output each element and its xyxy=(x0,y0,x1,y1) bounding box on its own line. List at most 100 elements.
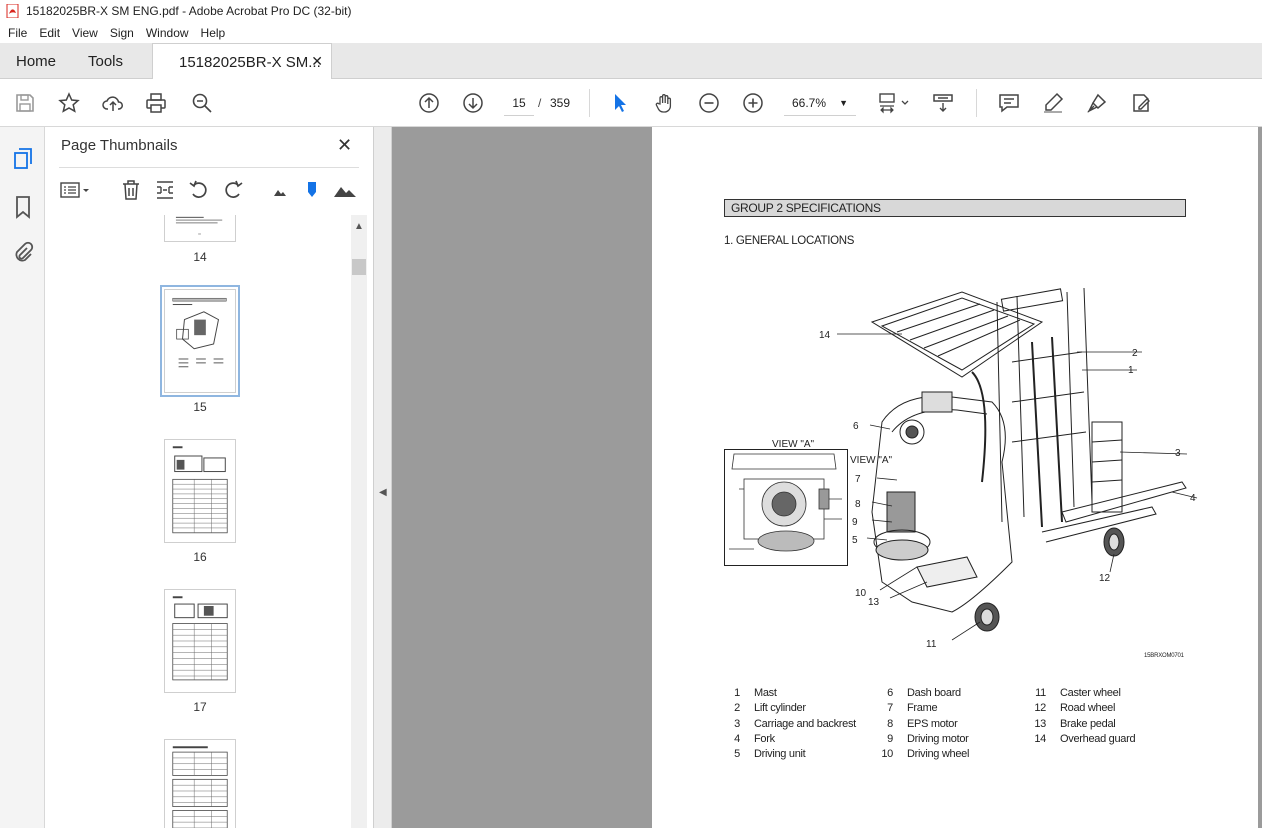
highlight-pen-icon[interactable] xyxy=(1041,91,1065,115)
view-a-inset-diagram xyxy=(724,449,848,566)
legend-item: 13 Brake pedal xyxy=(1034,717,1116,730)
rotate-left-icon[interactable] xyxy=(188,179,210,201)
page-thumbnails-icon[interactable] xyxy=(11,147,35,171)
thumbnail-page[interactable] xyxy=(164,215,236,242)
next-page-icon[interactable] xyxy=(461,91,485,115)
legend-item: 9 Driving motor xyxy=(887,732,969,745)
thumbnails-list: 14 15 16 17 xyxy=(45,215,350,828)
select-cursor-icon[interactable] xyxy=(608,91,632,115)
page-separator: / xyxy=(538,96,542,110)
figure-code: 15BRXOM0701 xyxy=(1144,653,1184,659)
page-fit-icon[interactable] xyxy=(877,91,911,115)
toolbar-divider xyxy=(589,89,590,117)
bookmarks-icon[interactable] xyxy=(11,195,35,219)
window-title: 15182025BR-X SM ENG.pdf - Adobe Acrobat … xyxy=(26,4,352,18)
legend-item: 3 Carriage and backrest xyxy=(734,717,856,730)
thumbnail-page-selected[interactable] xyxy=(160,285,240,397)
view-a-arrow-label: VIEW "A" xyxy=(850,455,893,466)
close-icon[interactable]: ✕ xyxy=(337,135,352,156)
page-thumbnails-panel: Page Thumbnails ✕ 14 15 16 17 xyxy=(45,127,374,828)
scrollbar-thumb[interactable] xyxy=(352,259,366,275)
tab-document[interactable]: 15182025BR-X SM... ✕ xyxy=(152,43,332,80)
smaller-thumbnails-icon[interactable] xyxy=(269,179,291,201)
legend-item: 4 Fork xyxy=(734,732,775,745)
legend-column: 6 Dash board 7 Frame 8 EPS motor 9 Driving m… xyxy=(871,686,969,762)
callout-label: 11 xyxy=(926,639,937,650)
legend-item: 10 Driving wheel xyxy=(881,748,970,761)
tab-home[interactable]: Home xyxy=(16,43,56,79)
pdf-page: GROUP 2 SPECIFICATIONS 1. GENERAL LOCATI… xyxy=(652,127,1258,828)
zoom-search-icon[interactable] xyxy=(190,91,214,115)
extract-pages-icon[interactable] xyxy=(154,179,176,201)
callout-label: 1 xyxy=(1128,365,1134,376)
toolbar-divider xyxy=(976,89,977,117)
callout-label: 7 xyxy=(855,474,861,485)
previous-page-icon[interactable] xyxy=(417,91,441,115)
legend-item: 1 Mast xyxy=(734,687,777,699)
save-icon[interactable] xyxy=(13,91,37,115)
options-menu-icon[interactable] xyxy=(59,179,91,201)
left-rail xyxy=(0,127,45,828)
thumbnail-scrollbar[interactable]: ▲ xyxy=(351,215,367,828)
scroll-up-icon[interactable]: ▲ xyxy=(354,221,364,232)
attachments-icon[interactable] xyxy=(11,241,35,265)
panel-collapse-handle[interactable]: ◀ xyxy=(374,127,392,828)
scroll-mode-icon[interactable] xyxy=(931,91,955,115)
callout-label: 4 xyxy=(1190,493,1196,504)
sign-pen-icon[interactable] xyxy=(1085,91,1109,115)
print-icon[interactable] xyxy=(144,91,168,115)
legend-column: 11 Caster wheel 12 Road wheel 13 Brake peda… xyxy=(1024,686,1135,747)
legend-item: 12 Road wheel xyxy=(1034,702,1116,715)
menu-file[interactable]: File xyxy=(2,26,33,40)
close-tab-icon[interactable]: ✕ xyxy=(311,53,323,70)
group-heading: GROUP 2 SPECIFICATIONS xyxy=(724,199,1186,217)
thumbnail-toolbar xyxy=(45,173,374,207)
menu-view[interactable]: View xyxy=(66,26,104,40)
document-viewer[interactable]: GROUP 2 SPECIFICATIONS 1. GENERAL LOCATI… xyxy=(392,127,1262,828)
rotate-right-icon[interactable] xyxy=(222,179,244,201)
menu-window[interactable]: Window xyxy=(140,26,195,40)
title-bar: 15182025BR-X SM ENG.pdf - Adobe Acrobat … xyxy=(0,0,1262,22)
larger-thumbnails-icon[interactable] xyxy=(333,179,357,201)
thumbnail-page[interactable] xyxy=(164,439,236,543)
main-toolbar xyxy=(0,79,1262,127)
callout-label: 12 xyxy=(1099,573,1111,584)
zoom-value: 66.7% xyxy=(792,96,827,110)
callout-label: 8 xyxy=(855,499,861,510)
chevron-down-icon: ▼ xyxy=(839,98,848,108)
tab-bar: Home Tools 15182025BR-X SM... ✕ xyxy=(0,43,1262,80)
hand-tool-icon[interactable] xyxy=(653,91,677,115)
bookmark-star-icon[interactable] xyxy=(57,91,81,115)
legend-item: 14 Overhead guard xyxy=(1034,732,1136,745)
callout-label: 10 xyxy=(855,588,867,599)
legend-item: 7 Frame xyxy=(887,702,938,715)
menu-edit[interactable]: Edit xyxy=(33,26,66,40)
callout-label: 14 xyxy=(819,330,831,341)
menu-bar: File Edit View Sign Window Help xyxy=(0,22,1262,43)
callout-label: 6 xyxy=(853,421,859,432)
callout-label: 5 xyxy=(852,535,858,546)
legend-item: 5 Driving unit xyxy=(734,748,806,761)
zoom-out-icon[interactable] xyxy=(697,91,721,115)
comment-icon[interactable] xyxy=(997,91,1021,115)
thumbnail-page[interactable] xyxy=(164,739,236,828)
zoom-in-icon[interactable] xyxy=(741,91,765,115)
zoom-select[interactable]: 66.7% ▼ xyxy=(784,90,856,116)
delete-icon[interactable] xyxy=(120,179,142,201)
page-marker-icon[interactable] xyxy=(301,179,323,201)
fill-sign-icon[interactable] xyxy=(1129,91,1153,115)
page-number-input[interactable]: 15 xyxy=(504,90,534,116)
thumbnail-page[interactable] xyxy=(164,589,236,693)
tab-document-label: 15182025BR-X SM... xyxy=(179,53,321,71)
callout-label: 13 xyxy=(868,597,880,608)
thumbnail-label: 17 xyxy=(193,700,207,714)
menu-sign[interactable]: Sign xyxy=(104,26,140,40)
menu-help[interactable]: Help xyxy=(195,26,232,40)
upload-cloud-icon[interactable] xyxy=(101,91,125,115)
panel-divider xyxy=(59,167,359,168)
callout-label: 9 xyxy=(852,517,858,528)
panel-title: Page Thumbnails xyxy=(61,137,178,154)
collapse-arrow-icon: ◀ xyxy=(379,487,387,498)
thumbnail-label: 15 xyxy=(193,400,207,414)
tab-tools[interactable]: Tools xyxy=(88,43,123,79)
